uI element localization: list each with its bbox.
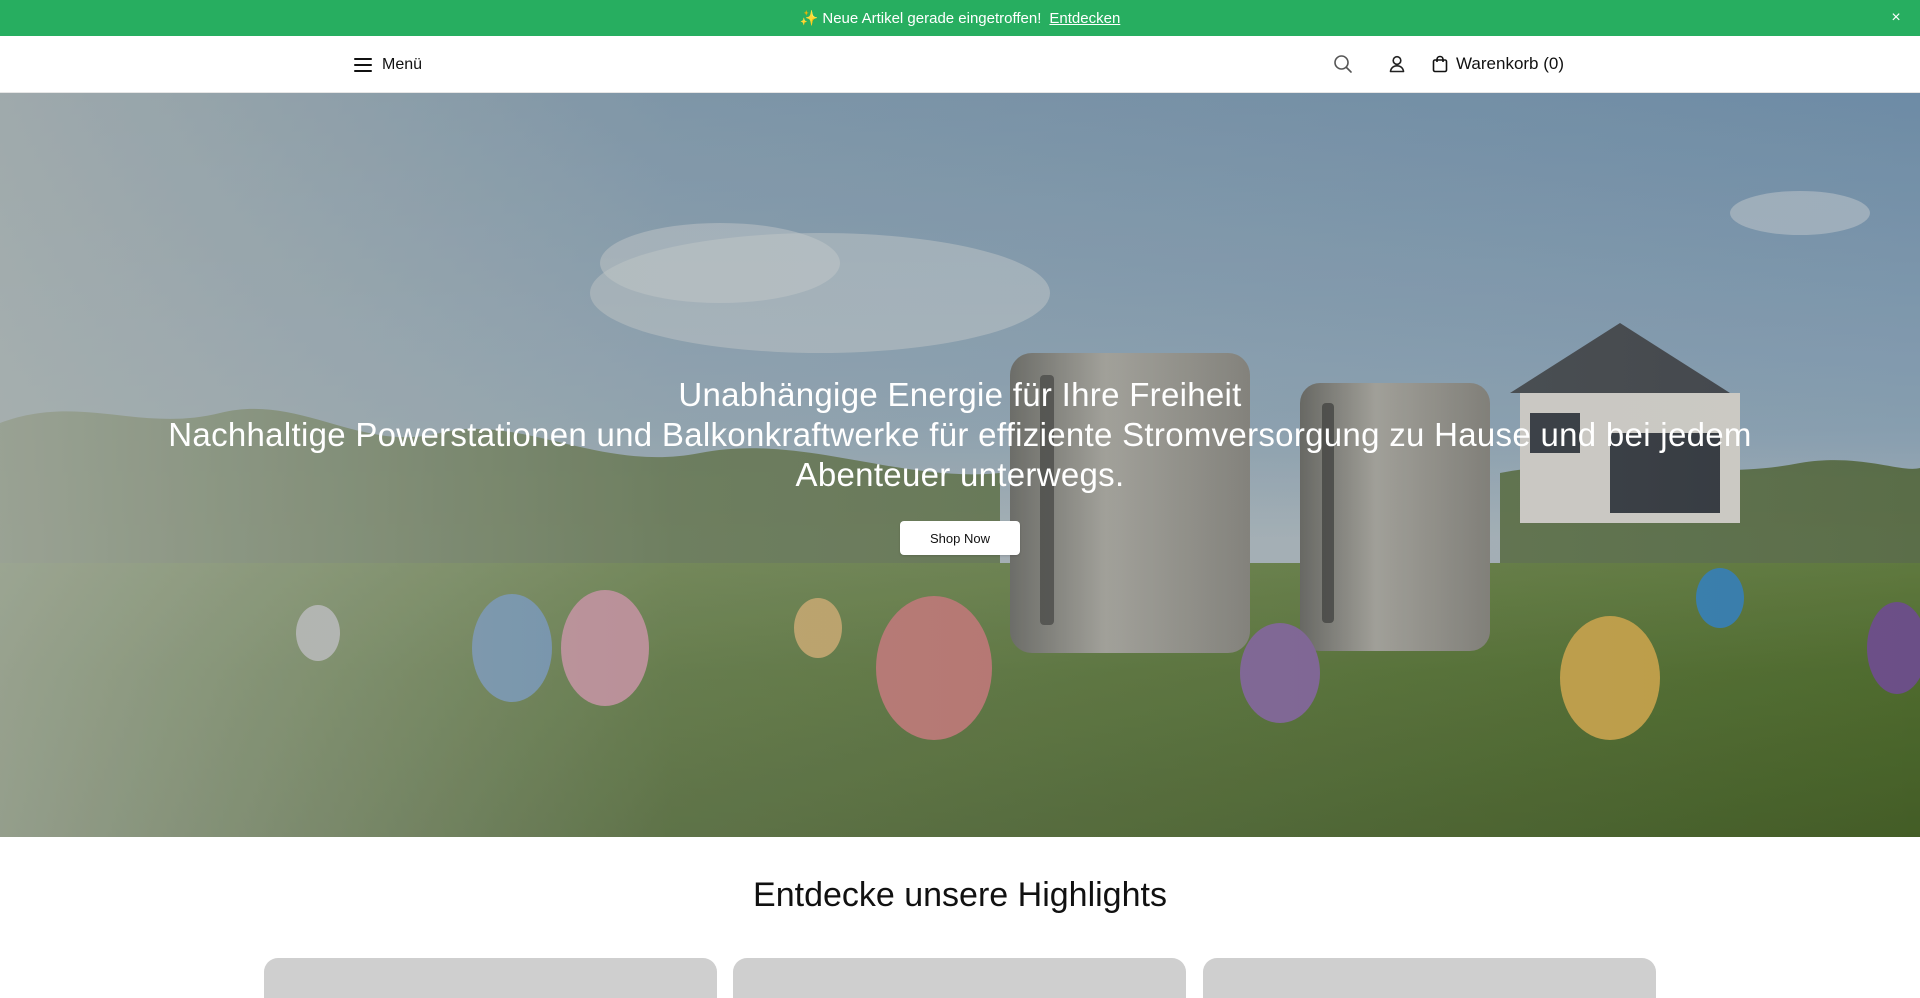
announcement-text: Neue Artikel gerade eingetroffen! [822, 9, 1042, 27]
search-icon [1334, 55, 1352, 73]
hero-banner: Unabhängige Energie für Ihre Freiheit Na… [0, 93, 1920, 837]
account-icon [1389, 55, 1405, 73]
cart-button[interactable]: Warenkorb (0) [1432, 52, 1564, 76]
hero-title: Unabhängige Energie für Ihre Freiheit [678, 376, 1242, 413]
hamburger-icon [354, 58, 372, 72]
account-button[interactable] [1386, 53, 1408, 75]
close-icon[interactable]: × [1886, 8, 1906, 28]
hero-subtitle: Nachhaltige Powerstationen und Balkonkra… [168, 416, 1752, 493]
search-button[interactable] [1332, 53, 1354, 75]
site-header: Menü Warenkorb (0) [0, 36, 1920, 93]
cart-label: Warenkorb (0) [1456, 54, 1565, 73]
announcement-link[interactable]: Entdecken [1049, 10, 1120, 27]
shopping-bag-icon [1432, 55, 1448, 73]
menu-button[interactable]: Menü [354, 52, 422, 78]
highlight-card[interactable] [733, 958, 1186, 998]
hero-heading: Unabhängige Energie für Ihre Freiheit Na… [0, 375, 1920, 495]
announcement-bar: ✨ Neue Artikel gerade eingetroffen! Entd… [0, 0, 1920, 36]
highlights-heading: Entdecke unsere Highlights [753, 876, 1167, 914]
shop-now-button[interactable]: Shop Now [900, 521, 1020, 555]
highlight-card[interactable] [264, 958, 717, 998]
sparkle-icon: ✨ [799, 10, 819, 27]
menu-label: Menü [382, 56, 423, 73]
highlight-card[interactable] [1203, 958, 1656, 998]
